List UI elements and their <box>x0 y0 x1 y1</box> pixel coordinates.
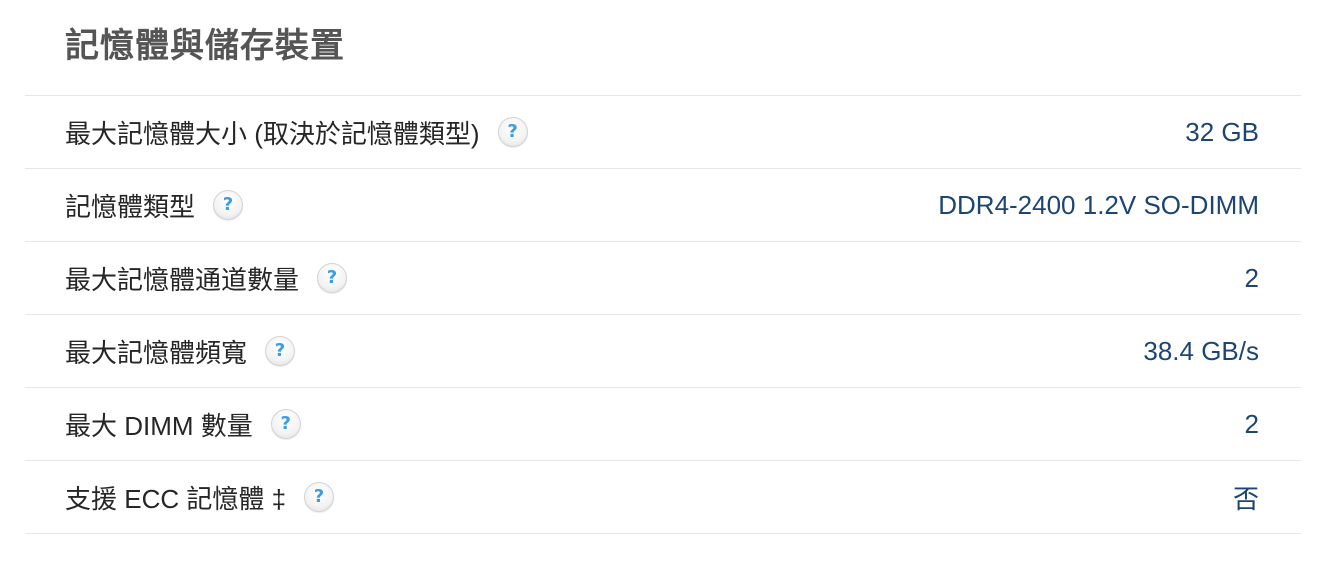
spec-label-group: 記憶體類型 ? <box>65 187 244 224</box>
spec-value: 32 GB <box>1185 116 1259 147</box>
spec-row-max-dimm-count: 最大 DIMM 數量 ? 2 <box>25 388 1301 461</box>
help-icon[interactable]: ? <box>317 263 348 293</box>
spec-label: 最大記憶體大小 (取決於記憶體類型) <box>65 118 480 149</box>
spec-label: 最大記憶體通道數量 <box>65 264 300 295</box>
help-icon[interactable]: ? <box>270 409 301 439</box>
help-icon[interactable]: ? <box>265 336 296 366</box>
question-mark-icon: ? <box>313 486 325 507</box>
spec-value: 2 <box>1244 408 1259 439</box>
help-icon[interactable]: ? <box>213 190 244 220</box>
spec-label: 記憶體類型 <box>65 191 196 222</box>
question-mark-icon: ? <box>507 121 518 142</box>
spec-value: DDR4-2400 1.2V SO-DIMM <box>938 189 1259 220</box>
help-icon[interactable]: ? <box>304 482 335 512</box>
spec-label-group: 最大記憶體頻寬 ? <box>65 333 296 370</box>
spec-label-group: 支援 ECC 記憶體 ‡ ? <box>65 479 335 516</box>
spec-row-max-memory-channels: 最大記憶體通道數量 ? 2 <box>25 242 1301 315</box>
question-mark-icon: ? <box>274 340 286 361</box>
spec-label-group: 最大 DIMM 數量 ? <box>65 406 301 443</box>
spec-row-max-memory-bandwidth: 最大記憶體頻寬 ? 38.4 GB/s <box>25 315 1301 388</box>
question-mark-icon: ? <box>280 413 291 434</box>
spec-row-max-memory-size: 最大記憶體大小 (取決於記憶體類型) ? 32 GB <box>25 96 1301 169</box>
spec-table: 最大記憶體大小 (取決於記憶體類型) ? 32 GB 記憶體類型 ? DDR4-… <box>25 95 1301 534</box>
question-mark-icon: ? <box>326 267 338 288</box>
spec-label: 最大記憶體頻寬 <box>65 337 248 368</box>
section-title: 記憶體與儲存裝置 <box>65 27 345 65</box>
memory-storage-panel: 記憶體與儲存裝置 最大記憶體大小 (取決於記憶體類型) ? 32 GB 記憶體類… <box>0 0 1330 572</box>
question-mark-icon: ? <box>222 194 234 215</box>
spec-label-group: 最大記憶體大小 (取決於記憶體類型) ? <box>65 114 528 151</box>
spec-value: 否 <box>1232 483 1259 514</box>
spec-row-ecc-support: 支援 ECC 記憶體 ‡ ? 否 <box>25 461 1301 534</box>
spec-row-memory-type: 記憶體類型 ? DDR4-2400 1.2V SO-DIMM <box>25 169 1301 242</box>
spec-value: 2 <box>1244 262 1259 293</box>
help-icon[interactable]: ? <box>497 117 528 147</box>
spec-value: 38.4 GB/s <box>1143 335 1259 366</box>
spec-label: 最大 DIMM 數量 <box>65 410 253 441</box>
spec-label-group: 最大記憶體通道數量 ? <box>65 260 348 297</box>
spec-label: 支援 ECC 記憶體 ‡ <box>65 483 287 514</box>
